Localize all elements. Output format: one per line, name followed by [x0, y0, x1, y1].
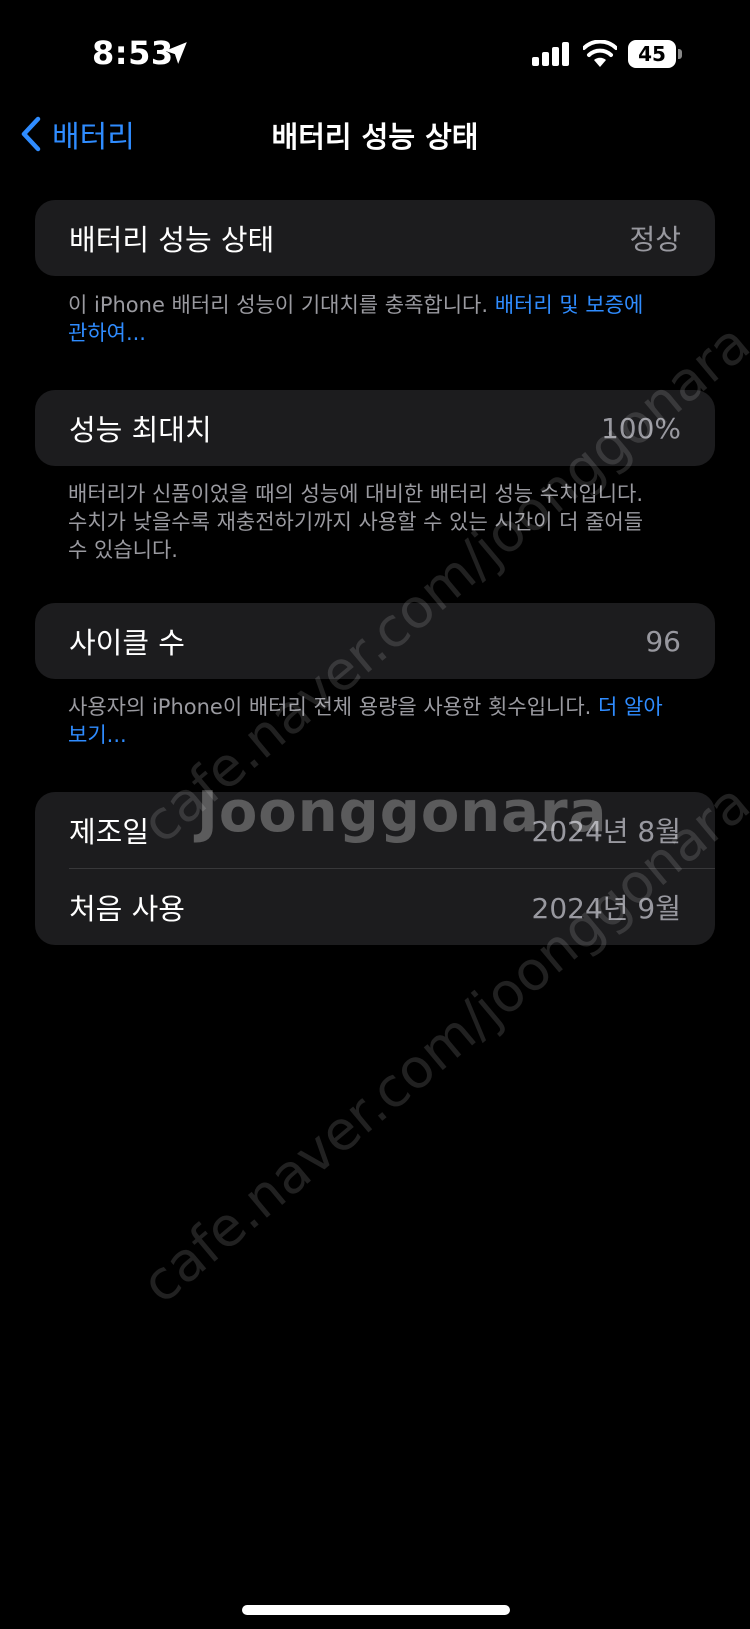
battery-health-row: 배터리 성능 상태 정상 — [35, 200, 715, 276]
battery-health-card: 배터리 성능 상태 정상 — [35, 200, 715, 276]
max-capacity-footnote: 배터리가 신품이었을 때의 성능에 대비한 배터리 성능 수치입니다. 수치가 … — [68, 480, 668, 564]
navigation-bar: 배터리 배터리 성능 상태 — [0, 100, 750, 164]
max-capacity-value: 100% — [600, 411, 681, 445]
battery-health-value: 정상 — [629, 223, 681, 256]
manufacture-date-label: 제조일 — [69, 815, 150, 849]
cycle-count-card: 사이클 수 96 — [35, 603, 715, 679]
battery-health-footnote: 이 iPhone 배터리 성능이 기대치를 충족합니다. 배터리 및 보증에 관… — [68, 291, 668, 347]
battery-health-note: 이 iPhone 배터리 성능이 기대치를 충족합니다. — [68, 293, 495, 317]
first-use-value: 2024년 9월 — [531, 892, 682, 925]
battery-health-label: 배터리 성능 상태 — [69, 223, 275, 257]
battery-level: 45 — [628, 40, 676, 68]
max-capacity-card: 성능 최대치 100% — [35, 390, 715, 466]
max-capacity-label: 성능 최대치 — [69, 413, 212, 447]
first-use-label: 처음 사용 — [69, 892, 185, 926]
wifi-icon — [583, 40, 617, 67]
first-use-row: 처음 사용 2024년 9월 — [35, 869, 715, 945]
max-capacity-note: 배터리가 신품이었을 때의 성능에 대비한 배터리 성능 수치입니다. 수치가 … — [68, 482, 644, 562]
cycle-count-value: 96 — [645, 624, 681, 658]
cellular-signal-icon — [532, 42, 569, 66]
status-time: 8:53 — [92, 34, 174, 72]
cycle-count-footnote: 사용자의 iPhone이 배터리 전체 용량을 사용한 횟수입니다. 더 알아보… — [68, 693, 668, 749]
battery-tip — [678, 49, 682, 59]
cycle-count-label: 사이클 수 — [69, 626, 185, 660]
cycle-count-row: 사이클 수 96 — [35, 603, 715, 679]
max-capacity-row: 성능 최대치 100% — [35, 390, 715, 466]
manufacture-date-row: 제조일 2024년 8월 — [35, 792, 715, 868]
status-bar: 8:53 45 — [0, 0, 750, 110]
page-title: 배터리 성능 상태 — [271, 120, 479, 154]
cycle-count-note: 사용자의 iPhone이 배터리 전체 용량을 사용한 횟수입니다. — [68, 695, 599, 719]
home-indicator[interactable] — [242, 1605, 510, 1615]
manufacture-date-value: 2024년 8월 — [531, 815, 682, 848]
location-arrow-icon — [165, 42, 187, 64]
battery-icon: 45 — [628, 40, 682, 68]
dates-card: 제조일 2024년 8월 처음 사용 2024년 9월 — [35, 792, 715, 945]
